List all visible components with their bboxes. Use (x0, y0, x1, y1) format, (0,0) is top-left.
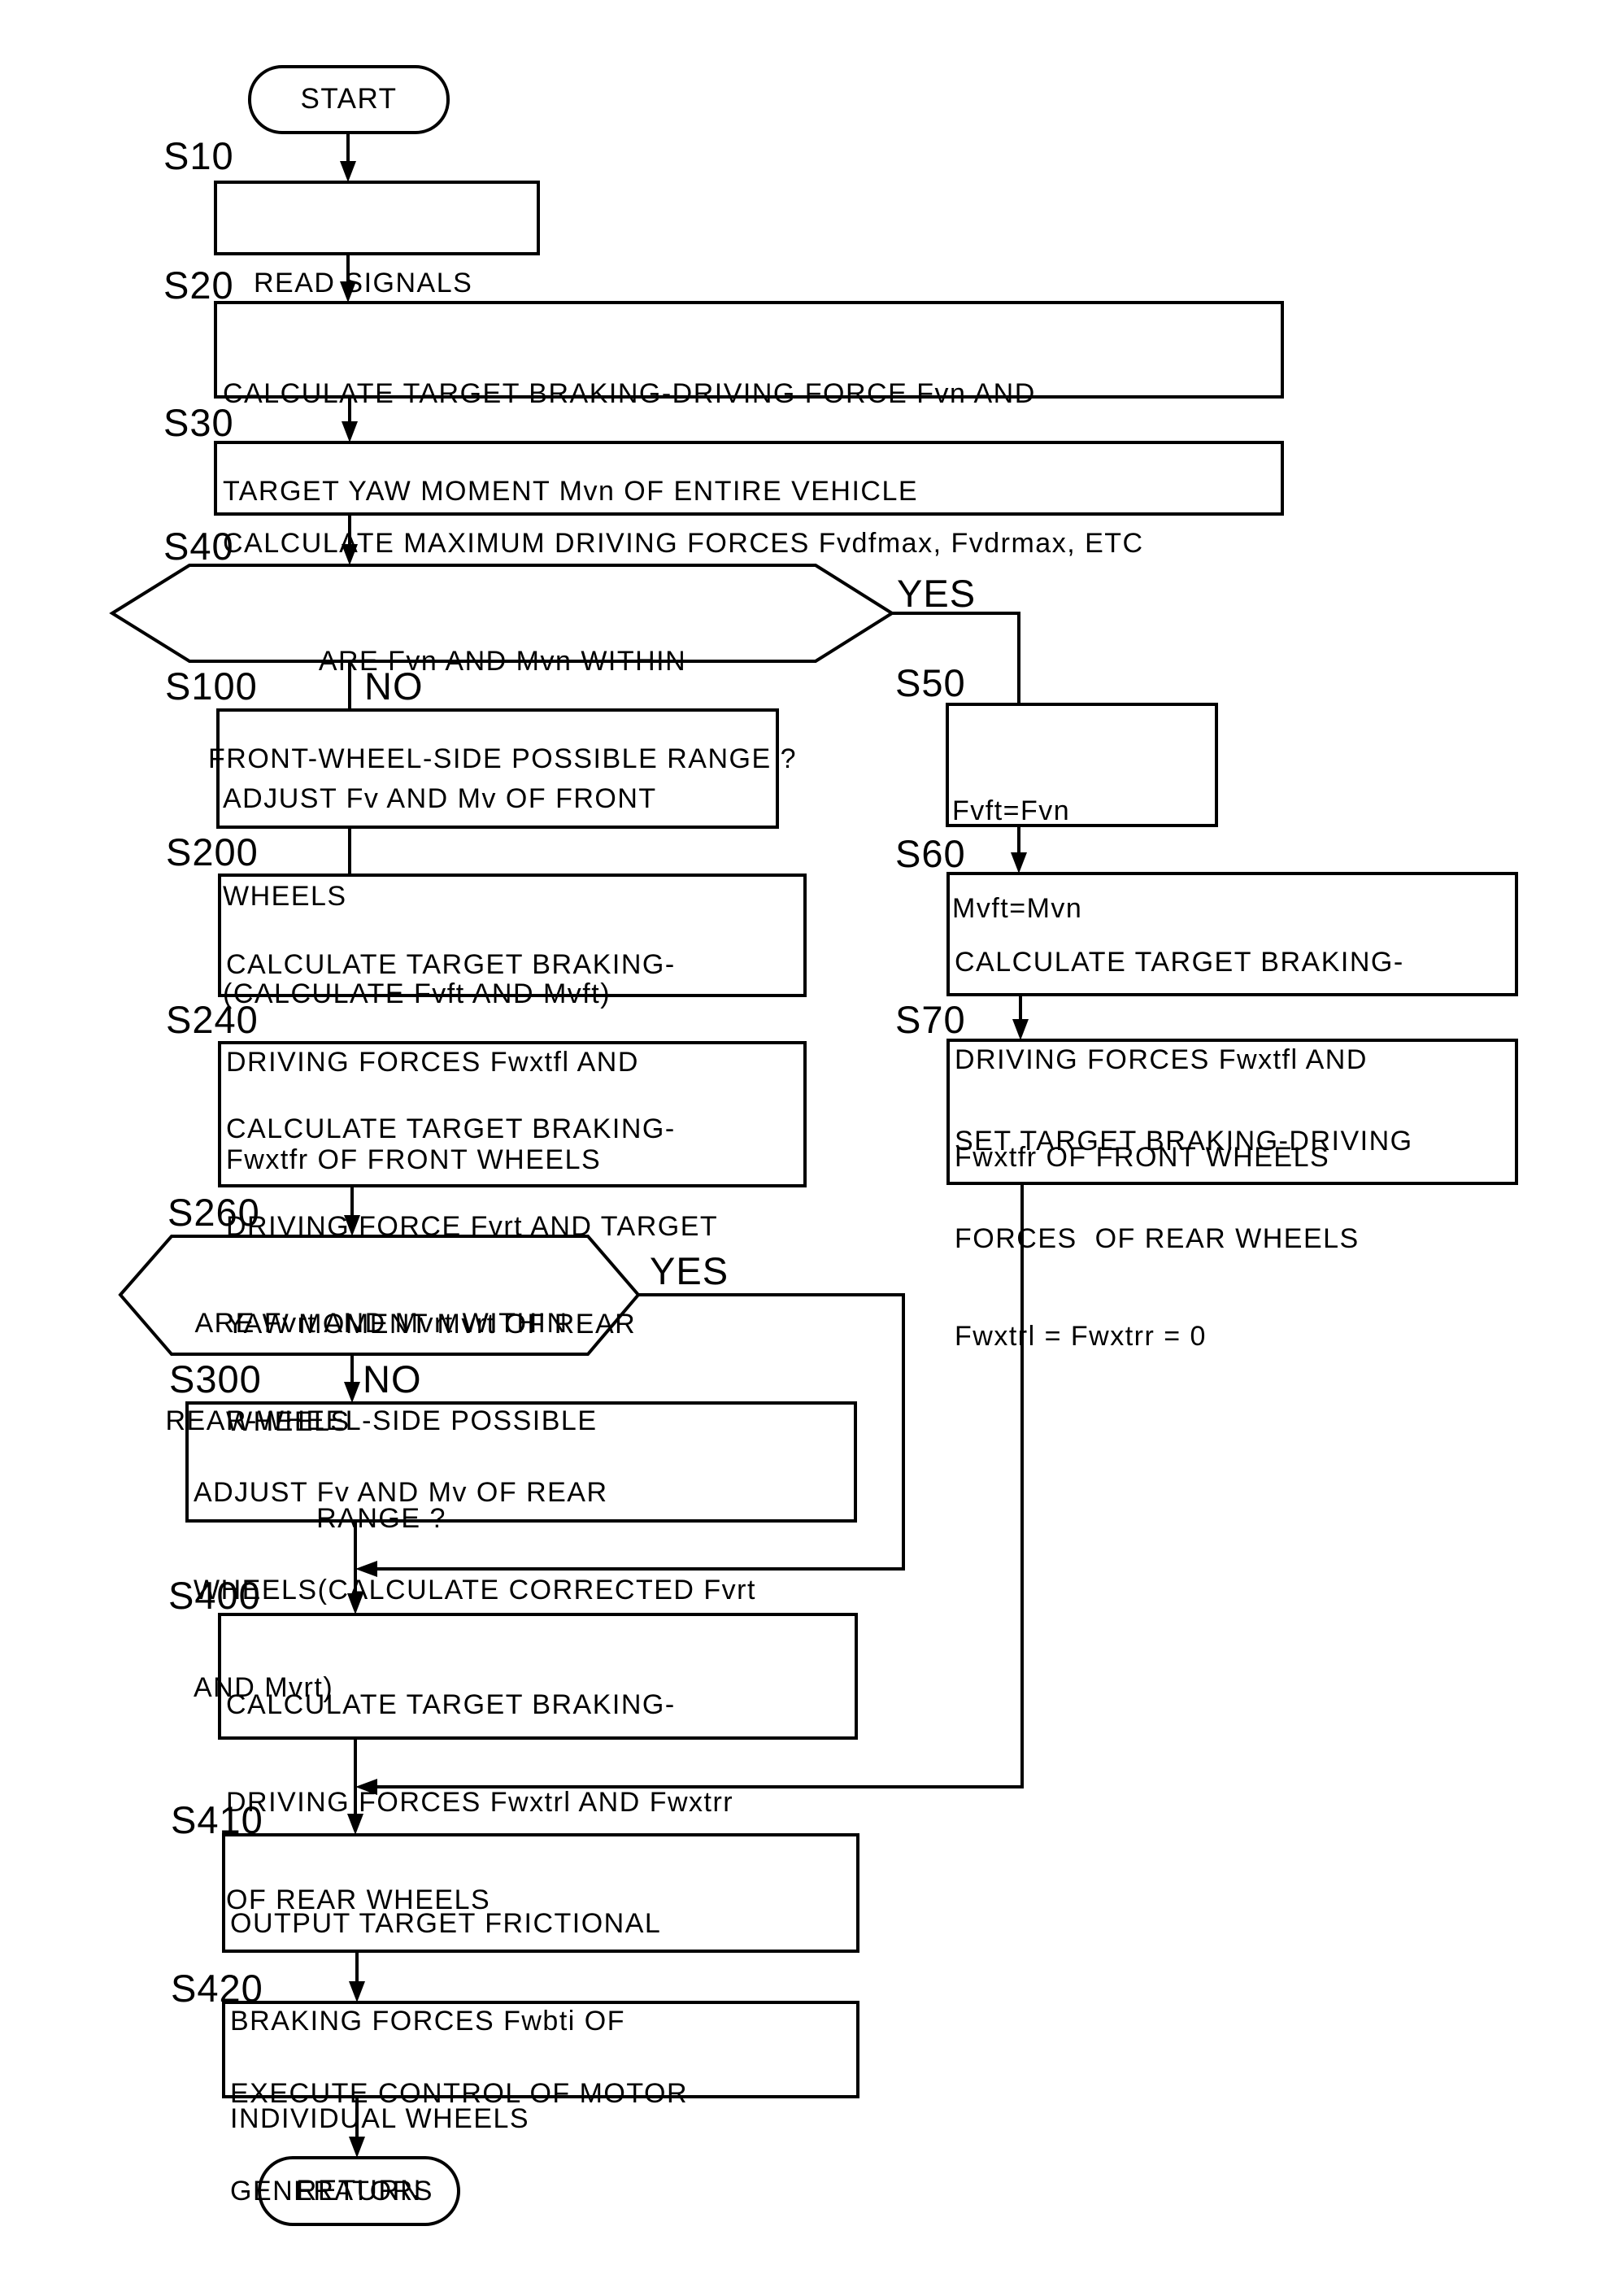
step-text-line: DRIVING FORCES Fwxtrl AND Fwxtrr (226, 1787, 734, 1818)
step-text-line: ARE Fvn AND Mvn WITHIN (318, 646, 687, 677)
step-text-line: ADJUST Fv AND Mv OF REAR (194, 1477, 608, 1508)
arrowhead (340, 161, 356, 182)
step-text-line: ADJUST Fv AND Mv OF FRONT (223, 783, 657, 814)
step-text-line: CALCULATE TARGET BRAKING- (226, 1689, 676, 1720)
step-label-s50: S50 (895, 661, 966, 704)
step-text-line: GENERATORS (230, 2176, 433, 2207)
step-text-line: CALCULATE TARGET BRAKING- (955, 947, 1404, 978)
step-text-line: FORCES OF REAR WHEELS (955, 1223, 1360, 1254)
step-text-line: CALCULATE TARGET BRAKING- (226, 949, 676, 980)
step-text-line: ARE Fvrt AND Mvrt WITHIN (194, 1308, 568, 1339)
step-text-line: CALCULATE MAXIMUM DRIVING FORCES Fvdfmax… (223, 528, 1144, 559)
start-label: START (300, 83, 398, 115)
step-text-line: CALCULATE TARGET BRAKING-DRIVING FORCE F… (223, 378, 1036, 409)
step-text-s70: SET TARGET BRAKING-DRIVING FORCES OF REA… (955, 1060, 1413, 1385)
step-text-s30: CALCULATE MAXIMUM DRIVING FORCES Fvdfmax… (223, 462, 1144, 592)
step-text-line: SET TARGET BRAKING-DRIVING (955, 1126, 1413, 1157)
step-label-s10: S10 (163, 134, 234, 177)
step-text-line: DRIVING FORCE Fvrt AND TARGET (226, 1211, 719, 1242)
step-text-line: EXECUTE CONTROL OF MOTOR (230, 2078, 689, 2109)
step-text-line: WHEELS(CALCULATE CORRECTED Fvrt (194, 1575, 756, 1605)
step-text-line: READ SIGNALS (254, 268, 473, 298)
step-label-s20: S20 (163, 264, 234, 307)
step-text-line: OUTPUT TARGET FRICTIONAL (230, 1908, 662, 1939)
step-text-line: Fvft=Fvn (952, 795, 1071, 826)
step-text-line: Fwxtrl = Fwxtrr = 0 (955, 1321, 1207, 1352)
step-text-s420: EXECUTE CONTROL OF MOTOR GENERATORS (230, 2012, 688, 2240)
step-text-line: CALCULATE TARGET BRAKING- (226, 1113, 676, 1144)
